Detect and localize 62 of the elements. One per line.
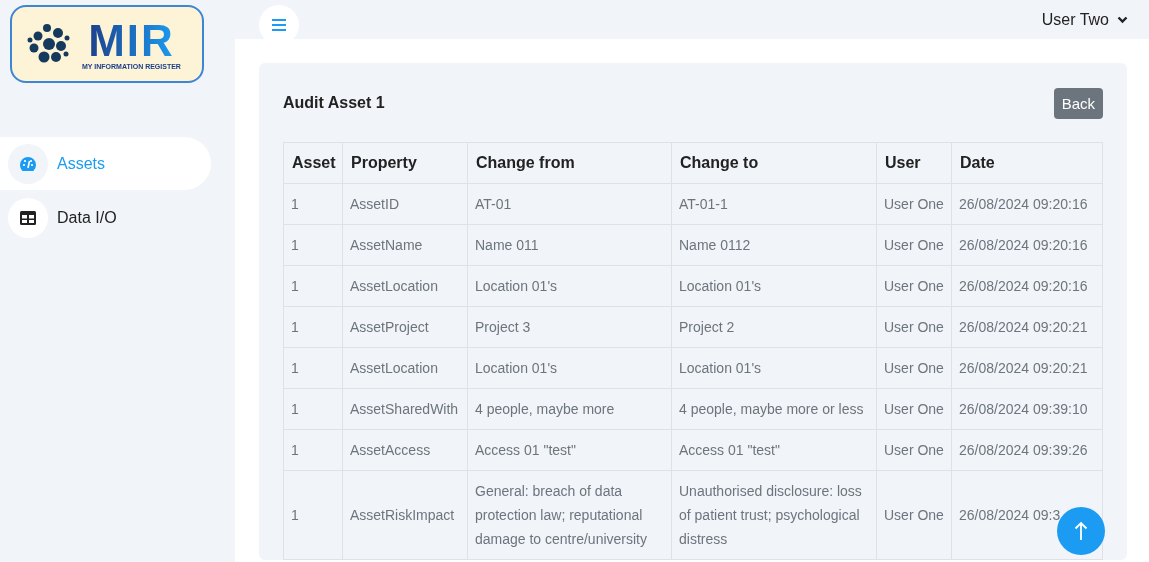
table-cell: Name 0112 [671,224,877,266]
column-header: Asset [283,142,343,184]
table-cell: 4 people, maybe more or less [671,388,877,430]
table-cell: 26/08/2024 09:39:10 [951,388,1103,430]
table-cell: AssetName [342,224,468,266]
table-cell: 1 [283,429,343,471]
table-cell: User One [876,429,952,471]
table-cell: User One [876,388,952,430]
table-cell: 26/08/2024 09:20:16 [951,265,1103,307]
table-cell: Location 01's [671,265,877,307]
table-cell: User One [876,347,952,389]
table-cell: 1 [283,347,343,389]
chevron-down-icon [1117,15,1128,24]
table-cell: 4 people, maybe more [467,388,672,430]
table-cell: User One [876,265,952,307]
user-menu[interactable]: User Two [1041,10,1128,29]
table-cell: Location 01's [467,265,672,307]
column-header: Change to [671,142,877,184]
table-cell: AssetSharedWith [342,388,468,430]
column-header: Property [342,142,468,184]
table-cell: Access 01 "test" [671,429,877,471]
table-cell: AssetAccess [342,429,468,471]
table-icon [20,210,36,225]
gauge-icon [19,155,37,172]
table-cell: User One [876,306,952,348]
table-cell: Project 2 [671,306,877,348]
table-cell: 1 [283,265,343,307]
table-cell: AssetRiskImpact [342,470,468,560]
table-cell: User One [876,470,952,560]
arrow-up-icon [1074,521,1088,541]
table-cell: AT-01 [467,183,672,225]
table-cell: 1 [283,224,343,266]
table-cell: AssetID [342,183,468,225]
table-cell: Name 011 [467,224,672,266]
table-cell: 1 [283,470,343,560]
table-cell: AssetLocation [342,347,468,389]
table-cell: 1 [283,183,343,225]
table-cell: 26/08/2024 09:20:21 [951,347,1103,389]
back-button[interactable]: Back [1053,87,1103,119]
table-cell: User One [876,224,952,266]
table-cell: 1 [283,388,343,430]
table-cell: AssetLocation [342,265,468,307]
table-cell: 1 [283,306,343,348]
table-cell: General: breach of data protection law; reputational damage to centre/university [467,470,672,560]
table-cell: AT-01-1 [671,183,877,225]
table-cell: 26/08/2024 09:20:21 [951,306,1103,348]
table-cell: Location 01's [671,347,877,389]
table-cell: Project 3 [467,306,672,348]
card-title: Audit Asset 1 [283,94,385,112]
table-cell: 26/08/2024 09:20:16 [951,224,1103,266]
table-cell: Location 01's [467,347,672,389]
column-header: Change from [467,142,672,184]
table-cell: 26/08/2024 09:20:16 [951,183,1103,225]
table-cell: AssetProject [342,306,468,348]
sidebar-item[interactable]: Data I/O [0,191,211,244]
table-cell: Access 01 "test" [467,429,672,471]
menu-icon [272,18,286,31]
column-header: User [876,142,952,184]
column-header: Date [951,142,1103,184]
table-cell: 26/08/2024 09:39:26 [951,429,1103,471]
table-cell: Unauthorised disclosure: loss of patient trust; psychological distress [671,470,877,560]
table-cell: User One [876,183,952,225]
